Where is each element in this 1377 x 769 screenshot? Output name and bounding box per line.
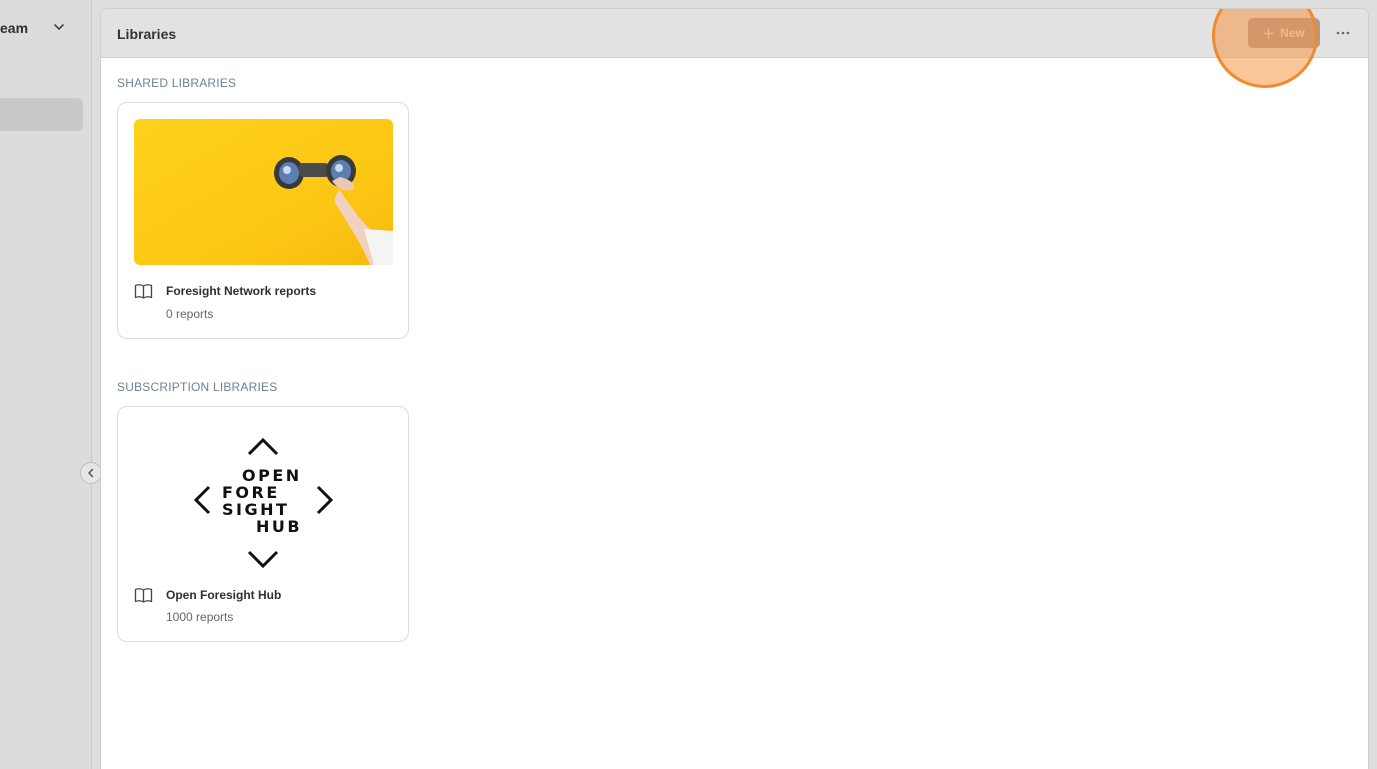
book-icon bbox=[134, 284, 153, 299]
library-title: Open Foresight Hub bbox=[166, 588, 282, 602]
panel-header: Libraries New bbox=[101, 9, 1368, 58]
chevron-left-icon bbox=[88, 468, 94, 478]
library-report-count: 0 reports bbox=[166, 307, 214, 321]
plus-icon bbox=[1263, 27, 1274, 39]
library-cover-image bbox=[134, 119, 393, 265]
team-switcher-label[interactable]: eam bbox=[0, 20, 28, 36]
ellipsis-icon bbox=[1336, 31, 1350, 35]
more-options-button[interactable] bbox=[1333, 23, 1353, 43]
page-title: Libraries bbox=[117, 26, 177, 42]
new-button-label: New bbox=[1280, 26, 1305, 40]
libraries-panel: Libraries New SHARED LIBRARIES Foresight… bbox=[100, 8, 1369, 769]
new-library-button[interactable]: New bbox=[1248, 18, 1320, 48]
section-heading-subscription: SUBSCRIPTION LIBRARIES bbox=[117, 380, 278, 394]
library-card-open-foresight-hub[interactable]: OPEN FORE SIGHT HUB Open Foresight Hub 1… bbox=[117, 406, 409, 642]
book-icon bbox=[134, 588, 153, 603]
chevron-down-icon[interactable] bbox=[52, 20, 66, 34]
svg-text:HUB: HUB bbox=[256, 517, 302, 536]
library-cover-logo: OPEN FORE SIGHT HUB bbox=[134, 423, 393, 569]
open-foresight-hub-logo: OPEN FORE SIGHT HUB bbox=[193, 437, 334, 569]
collapse-sidebar-button[interactable] bbox=[80, 462, 102, 484]
binoculars-image bbox=[134, 119, 393, 265]
sidebar: eam bbox=[0, 0, 92, 769]
section-heading-shared: SHARED LIBRARIES bbox=[117, 76, 237, 90]
sidebar-item-active[interactable] bbox=[0, 98, 83, 131]
library-card-foresight-network[interactable]: Foresight Network reports 0 reports bbox=[117, 102, 409, 339]
library-report-count: 1000 reports bbox=[166, 610, 234, 624]
library-title: Foresight Network reports bbox=[166, 284, 317, 298]
